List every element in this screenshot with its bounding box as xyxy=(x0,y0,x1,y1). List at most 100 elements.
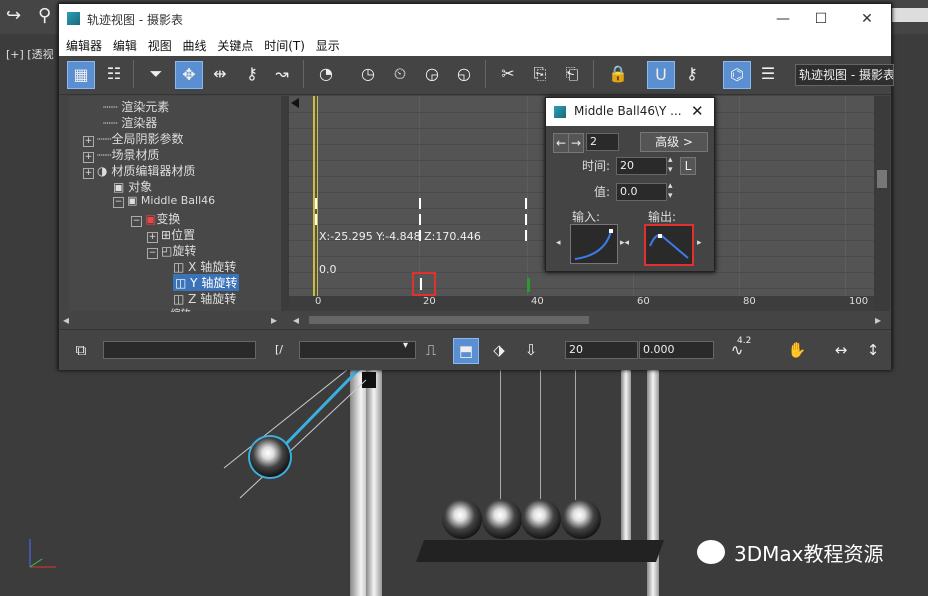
collapse-icon[interactable]: − xyxy=(113,197,124,208)
value-field[interactable]: 0.0 xyxy=(616,183,667,201)
collapse-icon[interactable]: − xyxy=(131,216,142,227)
snap-icon[interactable]: U xyxy=(647,61,675,89)
dialog-close-button[interactable]: ✕ xyxy=(691,102,704,120)
time-field[interactable]: 20 xyxy=(616,157,667,175)
advanced-button[interactable]: 高级 > xyxy=(640,132,708,152)
menu-keys[interactable]: 关键点 xyxy=(217,37,253,54)
expand-icon[interactable]: + xyxy=(83,168,94,179)
key-marker[interactable] xyxy=(525,230,527,241)
tree-hscrollbar[interactable]: ◂ ▸ xyxy=(59,312,289,328)
frame-field[interactable]: 20 xyxy=(565,341,638,359)
tree-item-render-elements[interactable]: ┈┈ 渲染元素 xyxy=(103,98,169,115)
pan-hand-icon[interactable]: ✋ xyxy=(785,338,809,362)
tree-item-rotation[interactable]: − ◰旋转 xyxy=(147,242,196,259)
time-tool-icon[interactable]: ◷ xyxy=(355,61,381,87)
key-marker[interactable] xyxy=(315,214,317,225)
copy-icon[interactable]: ⎘ xyxy=(527,61,553,87)
draw-curve-icon[interactable]: ↝ xyxy=(269,61,295,87)
list-icon[interactable]: ☰ xyxy=(755,61,781,87)
in-tangent-button[interactable] xyxy=(570,224,618,264)
out-tangent-next-icon[interactable]: ▸ xyxy=(697,238,702,248)
time-scale-icon[interactable]: ⏲ xyxy=(387,61,413,87)
slide-keys-icon[interactable]: ⇹ xyxy=(207,61,233,87)
key-marker[interactable] xyxy=(525,214,527,225)
key-marker[interactable] xyxy=(315,198,317,209)
lock-tangent-button[interactable]: L xyxy=(680,157,696,175)
tree-item-middle-ball46[interactable]: − ▣ Middle Ball46 xyxy=(113,194,215,208)
in-tangent-prev-icon[interactable]: ◂ xyxy=(556,238,561,248)
minimize-button[interactable]: — xyxy=(771,8,795,30)
redo-icon[interactable]: ↪ xyxy=(6,5,21,26)
scroll-left-icon[interactable]: ◂ xyxy=(63,313,69,327)
maximize-button[interactable]: ☐ xyxy=(809,8,833,30)
key-number-field[interactable]: 2 xyxy=(586,133,619,151)
tree-item-renderer[interactable]: ┈┈ 渲染器 xyxy=(103,114,157,131)
scroll-right-icon[interactable]: ▸ xyxy=(271,313,277,327)
menu-editor[interactable]: 编辑器 xyxy=(66,37,102,54)
time-spinner-icon[interactable]: ▴ ▾ xyxy=(668,155,673,175)
tree-item-medit-materials[interactable]: + ◑ 材质编辑器材质 xyxy=(83,162,195,179)
out-tangent-button[interactable] xyxy=(644,224,694,266)
key-lock-icon[interactable]: ⚷ xyxy=(679,61,705,87)
track-select-dropdown[interactable] xyxy=(299,341,416,359)
chevron-down-icon[interactable]: ▾ xyxy=(403,340,408,351)
menu-time[interactable]: 时间(T) xyxy=(264,37,305,54)
toolbar-field[interactable] xyxy=(890,8,928,22)
selected-ball[interactable] xyxy=(250,437,290,477)
paste-icon[interactable]: ⎗ xyxy=(559,61,585,87)
show-keys-icon[interactable]: ⬒ xyxy=(453,338,479,364)
menu-view[interactable]: 视图 xyxy=(148,37,172,54)
zoom-vertical-icon[interactable]: ↕ xyxy=(861,338,885,362)
collapse-icon[interactable]: − xyxy=(147,248,158,259)
curve-editor-icon[interactable]: ☷ xyxy=(101,61,127,87)
reverse-time-icon[interactable]: ◵ xyxy=(451,61,477,87)
tree-scrollbar[interactable] xyxy=(281,96,289,311)
snap-frames-icon[interactable]: ◔ xyxy=(313,61,339,87)
show-tangents-icon[interactable]: ⬗ xyxy=(487,338,511,362)
track-view-name-field[interactable]: 轨迹视图 - 摄影表 xyxy=(795,64,894,86)
move-keys-icon[interactable]: ✥ xyxy=(175,61,203,89)
tree-item-scene-materials[interactable]: + ┈┈场景材质 xyxy=(83,146,159,163)
dialog-titlebar[interactable]: Middle Ball46\Y ... ✕ xyxy=(546,98,714,126)
zoom-horizontal-icon[interactable]: ↔ xyxy=(829,338,853,362)
hierarchy-icon[interactable]: ⌬ xyxy=(723,61,751,89)
graph-hscrollbar[interactable]: ◂ ▸ xyxy=(289,312,889,328)
key-stats-icon[interactable]: ⎍ xyxy=(419,338,443,362)
tree-item-transform[interactable]: − ▣变换 xyxy=(131,210,180,227)
scroll-thumb[interactable] xyxy=(877,170,887,188)
tree-item-x-rotation[interactable]: ◫ X 轴旋转 xyxy=(173,258,236,275)
menu-edit[interactable]: 编辑 xyxy=(113,37,137,54)
value-spinner-icon[interactable]: ▴ ▾ xyxy=(668,181,673,201)
menu-display[interactable]: 显示 xyxy=(316,37,340,54)
tree-item-y-rotation[interactable]: ◫ Y 轴旋转 xyxy=(173,274,240,291)
insert-time-icon[interactable]: ◶ xyxy=(419,61,445,87)
time-ruler[interactable]: 0 20 40 60 80 100 xyxy=(289,296,874,311)
scroll-right-icon[interactable]: ▸ xyxy=(875,313,881,327)
tree-item-objects[interactable]: ▣ 对象 xyxy=(113,178,152,195)
scroll-thumb[interactable] xyxy=(309,316,589,324)
object-name-field[interactable] xyxy=(103,341,256,359)
close-button[interactable]: ✕ xyxy=(855,8,879,30)
label-edit-icon[interactable]: [/ xyxy=(267,338,291,362)
scroll-left-icon[interactable]: ◂ xyxy=(293,313,299,327)
lock-selection-icon[interactable]: ⇩ xyxy=(519,338,543,362)
window-titlebar[interactable]: 轨迹视图 - 摄影表 — ☐ ✕ xyxy=(59,4,891,34)
value-field[interactable]: 0.000 xyxy=(639,341,714,359)
tree-item-global-shadow[interactable]: + ┈┈全局阴影参数 xyxy=(83,130,183,147)
prev-key-button[interactable]: ← xyxy=(553,133,569,153)
key-marker[interactable] xyxy=(419,214,421,225)
graph-scrollbar[interactable] xyxy=(874,96,890,311)
key-tool-icon[interactable]: ⚷ xyxy=(239,61,265,87)
next-key-button[interactable]: → xyxy=(568,133,584,153)
filter-icon[interactable]: ⏷ xyxy=(143,61,169,87)
key-marker[interactable] xyxy=(419,198,421,209)
key-marker-green[interactable] xyxy=(527,278,530,292)
filter-mode-icon[interactable]: ▦ xyxy=(67,61,95,89)
zoom-selected-icon[interactable]: ⧉ xyxy=(69,338,93,362)
lock-icon[interactable]: 🔒 xyxy=(605,61,631,87)
menu-curves[interactable]: 曲线 xyxy=(183,37,207,54)
cut-icon[interactable]: ✂ xyxy=(495,61,521,87)
viewport-label[interactable]: [+] [透视 xyxy=(6,46,54,62)
link-icon[interactable]: ⚲ xyxy=(38,5,51,26)
tree-item-position[interactable]: + ⊞位置 xyxy=(147,226,195,243)
